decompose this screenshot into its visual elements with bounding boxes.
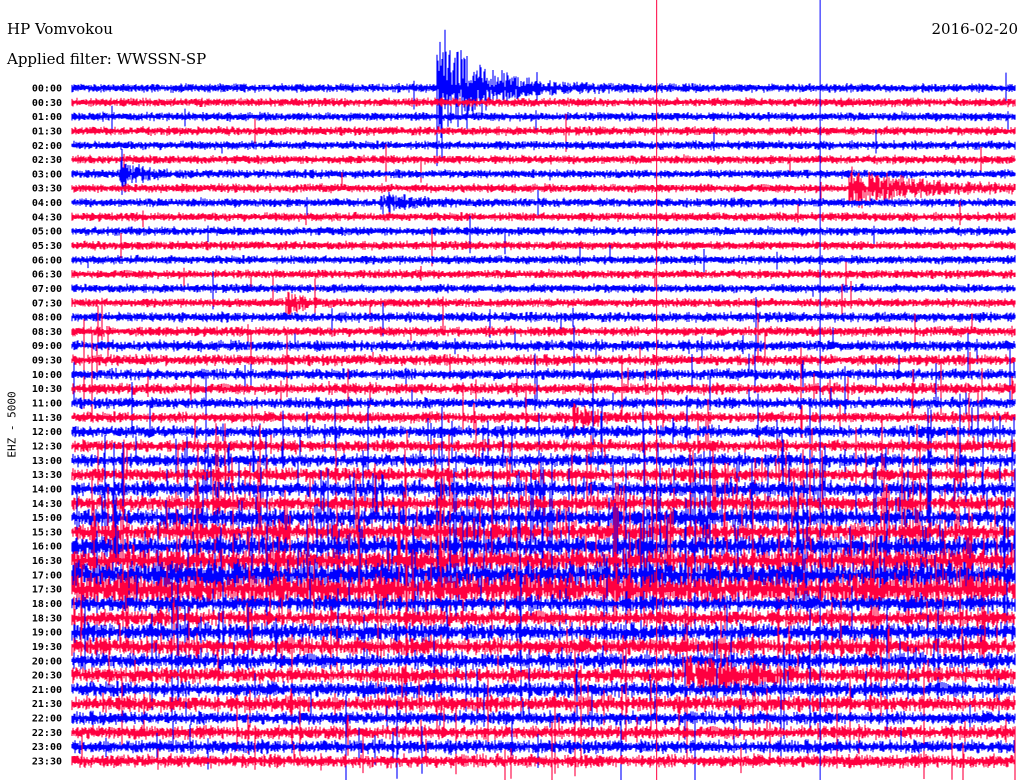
row-time-label: 22:00 bbox=[32, 714, 62, 725]
row-time-label: 00:30 bbox=[32, 98, 62, 109]
row-time-label: 07:00 bbox=[32, 284, 62, 295]
trace-row bbox=[71, 105, 1016, 131]
row-time-label: 16:30 bbox=[32, 556, 62, 567]
row-time-label: 14:30 bbox=[32, 499, 62, 510]
row-time-label: 11:30 bbox=[32, 413, 62, 424]
row-time-label: 04:00 bbox=[32, 198, 62, 209]
row-time-label: 20:30 bbox=[32, 671, 62, 682]
row-time-label: 22:30 bbox=[32, 728, 62, 739]
row-time-label: 19:00 bbox=[32, 628, 62, 639]
row-time-label: 13:00 bbox=[32, 456, 62, 467]
row-time-label: 12:00 bbox=[32, 427, 62, 438]
trace-row bbox=[71, 215, 1016, 255]
row-time-label: 10:30 bbox=[32, 384, 62, 395]
row-time-label: 21:00 bbox=[32, 685, 62, 696]
row-time-label: 18:00 bbox=[32, 599, 62, 610]
row-time-label: 09:00 bbox=[32, 341, 62, 352]
row-time-label: 08:30 bbox=[32, 327, 62, 338]
row-time-label: 13:30 bbox=[32, 470, 62, 481]
helicorder-plot: 00:00 00:30 01:00 01:30 02:00 02:30 03:00 03:30… bbox=[32, 0, 1016, 780]
row-time-label: 10:00 bbox=[32, 370, 62, 381]
row-time-label: 15:00 bbox=[32, 513, 62, 524]
row-time-label: 21:30 bbox=[32, 699, 62, 710]
row-time-label: 06:00 bbox=[32, 255, 62, 266]
row-time-label: 07:30 bbox=[32, 298, 62, 309]
row-time-label: 08:00 bbox=[32, 313, 62, 324]
row-time-label: 03:30 bbox=[32, 184, 62, 195]
row-time-label: 04:30 bbox=[32, 212, 62, 223]
row-time-label: 11:00 bbox=[32, 399, 62, 410]
trace-row bbox=[71, 97, 1016, 108]
row-time-label: 03:00 bbox=[32, 169, 62, 180]
row-time-label: 17:30 bbox=[32, 585, 62, 596]
row-time-label: 02:00 bbox=[32, 141, 62, 152]
trace-row bbox=[71, 245, 1016, 275]
trace-row bbox=[71, 335, 1016, 438]
row-time-label: 01:30 bbox=[32, 126, 62, 137]
row-time-label: 20:00 bbox=[32, 656, 62, 667]
row-time-label: 05:30 bbox=[32, 241, 62, 252]
row-time-label: 16:00 bbox=[32, 542, 62, 553]
row-time-label: 02:30 bbox=[32, 155, 62, 166]
row-time-label: 17:00 bbox=[32, 570, 62, 581]
row-time-label: 12:30 bbox=[32, 441, 62, 452]
row-time-label: 00:00 bbox=[32, 84, 62, 95]
row-time-label: 09:30 bbox=[32, 356, 62, 367]
row-time-label: 19:30 bbox=[32, 642, 62, 653]
row-time-label: 15:30 bbox=[32, 527, 62, 538]
row-time-label: 05:00 bbox=[32, 227, 62, 238]
row-time-label: 23:00 bbox=[32, 742, 62, 753]
row-time-label: 18:30 bbox=[32, 613, 62, 624]
row-time-label: 06:30 bbox=[32, 270, 62, 281]
row-time-label: 01:00 bbox=[32, 112, 62, 123]
row-time-label: 23:30 bbox=[32, 757, 62, 768]
row-time-label: 14:00 bbox=[32, 484, 62, 495]
